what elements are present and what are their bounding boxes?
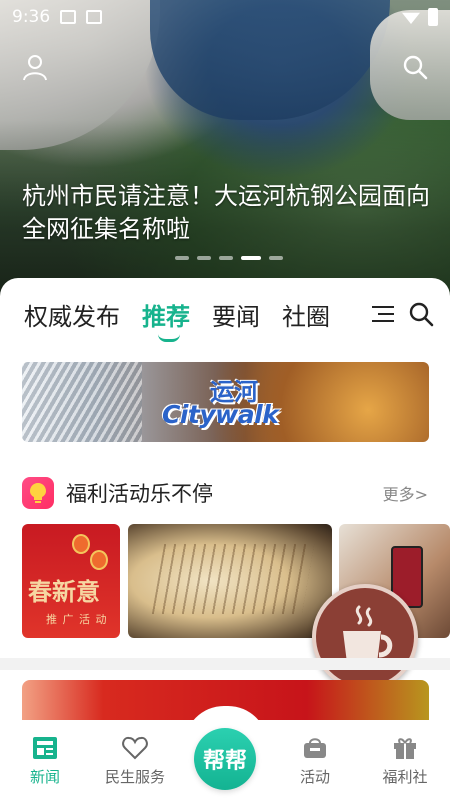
more-link[interactable]: 更多> (383, 481, 428, 505)
gallery-notification-icon (60, 10, 77, 24)
lantern-icon (72, 534, 90, 554)
tab-headlines[interactable]: 要闻 (212, 297, 260, 332)
nav-help[interactable]: 帮帮 (180, 720, 270, 800)
nav-news[interactable]: 新闻 (0, 720, 90, 800)
coffee-float-button[interactable] (312, 584, 418, 690)
bottom-navigation: 新闻 民生服务 帮帮 活动 福利社 (0, 706, 450, 800)
banner-architecture-image (22, 362, 142, 442)
welfare-card[interactable]: 春新意 推 广 活 动 (22, 524, 120, 638)
carousel-indicator (175, 256, 283, 260)
tab-authoritative[interactable]: 权威发布 (24, 297, 120, 332)
gift-bag-icon (304, 738, 326, 758)
user-profile-icon[interactable] (20, 52, 50, 82)
gift-box-icon (394, 738, 416, 759)
channel-menu-icon[interactable] (370, 304, 394, 324)
newspaper-icon (33, 737, 57, 759)
heart-icon (122, 736, 148, 760)
tab-recommended[interactable]: 推荐 (142, 297, 190, 342)
battery-icon (428, 8, 438, 26)
help-center-button[interactable]: 帮帮 (194, 728, 256, 790)
citywalk-banner[interactable]: 运河 Citywalk (22, 362, 429, 442)
carousel-dot-active (241, 256, 261, 260)
status-bar: 9:36 (0, 0, 450, 34)
calligraphy-book-image (151, 544, 315, 614)
tab-community[interactable]: 社圈 (282, 297, 330, 332)
lightbulb-icon (22, 477, 54, 509)
carousel-dot (269, 256, 283, 260)
carousel-dot (197, 256, 211, 260)
content-sheet: 权威发布 推荐 要闻 社圈 运河 Citywalk 福利活动乐不停 更多> 春新… (0, 278, 450, 740)
section-divider (0, 658, 450, 670)
search-icon[interactable] (400, 52, 430, 82)
channel-tabs: 权威发布 推荐 要闻 社圈 (24, 292, 434, 342)
citywalk-logo: 运河 Citywalk (162, 378, 279, 429)
welfare-section-title: 福利活动乐不停 (66, 482, 213, 506)
hero-headline[interactable]: 杭州市民请注意！大运河杭钢公园面向全网征集名称啦 (22, 180, 430, 246)
nav-livelihood-services[interactable]: 民生服务 (90, 720, 180, 800)
welfare-section-header: 福利活动乐不停 更多> (22, 476, 428, 510)
lantern-icon (90, 550, 108, 570)
welfare-card[interactable] (128, 524, 332, 638)
hero-carousel[interactable]: 9:36 杭州市民请注意！大运河杭钢公园面向全网征集名称啦 (0, 0, 450, 300)
active-tab-indicator (158, 334, 180, 342)
image-notification-icon (86, 10, 103, 24)
search-icon[interactable] (408, 301, 434, 327)
status-time: 9:36 (12, 7, 51, 27)
carousel-dot (219, 256, 233, 260)
nav-activities[interactable]: 活动 (270, 720, 360, 800)
wifi-icon (402, 12, 420, 24)
carousel-dot (175, 256, 189, 260)
nav-welfare-club[interactable]: 福利社 (360, 720, 450, 800)
